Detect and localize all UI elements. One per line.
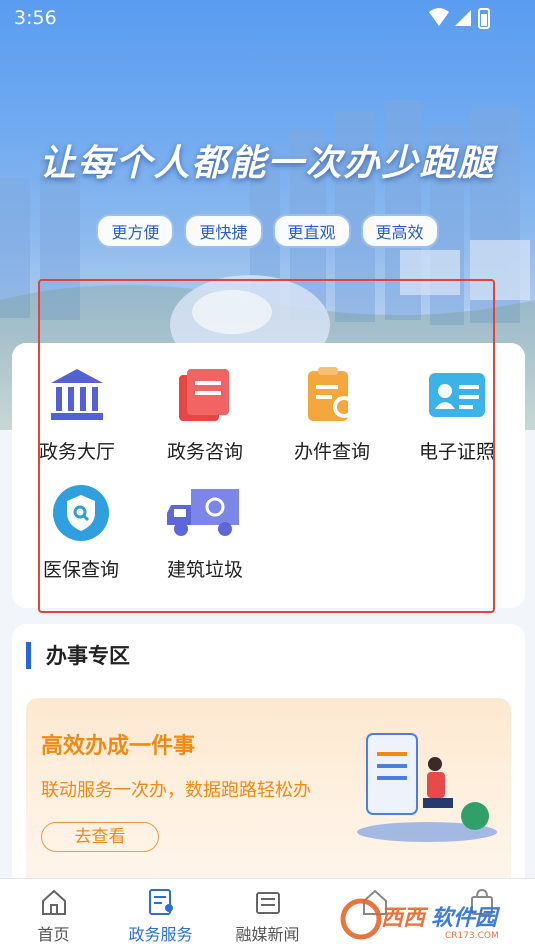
status-icons	[427, 6, 497, 36]
section-accent-bar	[26, 642, 31, 669]
banner-slogan: 让每个人都能一次办少跑腿	[39, 142, 496, 184]
svg-text:CR173.COM: CR173.COM	[445, 931, 499, 941]
clipboard-person-illustration	[357, 733, 497, 842]
promo-banner[interactable]: 高效办成一件事 联动服务一次办，数据跑路轻松办 去查看	[26, 698, 511, 908]
banner-tag: 更高效	[360, 214, 439, 248]
promo-view-button[interactable]: 去查看	[41, 822, 159, 852]
svg-text:软件园: 软件园	[431, 906, 501, 931]
tab-label: 首页	[37, 925, 70, 944]
status-bar: 3:56	[0, 0, 535, 40]
svg-text:西西: 西西	[381, 906, 429, 931]
banner-tag: 更直观	[272, 214, 351, 248]
banner-tags: 更方便 更快捷 更直观 更高效	[0, 214, 535, 248]
signal-battery-icon	[429, 8, 490, 29]
status-time: 3:56	[14, 7, 57, 29]
promo-title: 高效办成一件事	[41, 734, 196, 759]
watermark-logo: 西西 软件园 CR173.COM	[340, 898, 501, 941]
tab-gov-service[interactable]: 政务服务	[107, 879, 214, 945]
tab-news[interactable]: 融媒新闻	[214, 879, 321, 945]
service-zone: 办事专区 高效办成一件事 联动服务一次办，数据跑路轻松办 去查看	[12, 624, 525, 908]
home-icon	[41, 889, 66, 915]
watermark: 西西 软件园 CR173.COM	[339, 897, 529, 945]
tab-home[interactable]: 首页	[0, 879, 107, 945]
banner-tag: 更方便	[96, 214, 175, 248]
section-title: 办事专区	[46, 644, 130, 668]
tab-label: 融媒新闻	[235, 925, 300, 944]
banner-tag: 更快捷	[184, 214, 263, 248]
gov-service-icon	[148, 889, 173, 915]
promo-subtitle: 联动服务一次办，数据跑路轻松办	[41, 780, 311, 801]
tab-label: 政务服务	[128, 925, 193, 944]
news-icon	[255, 892, 280, 914]
highlight-outline	[38, 279, 495, 613]
